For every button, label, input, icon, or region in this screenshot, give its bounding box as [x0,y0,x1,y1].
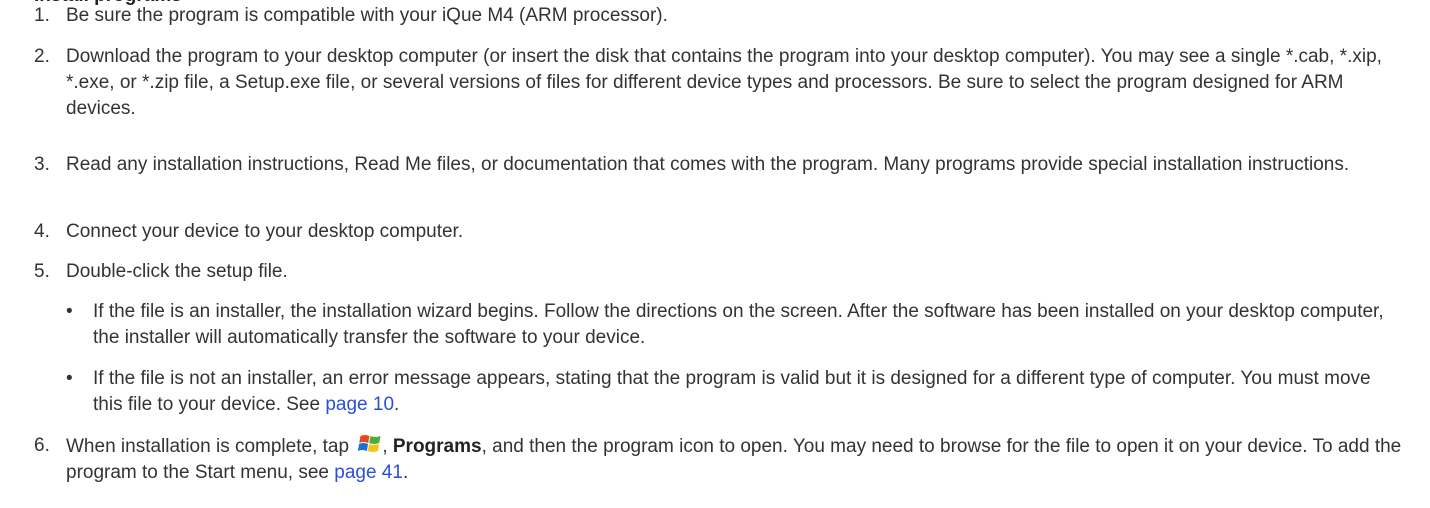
windows-start-flag-icon [356,433,382,455]
step-4: 4. Connect your device to your desktop c… [34,219,1404,245]
page-10-link[interactable]: page 10 [325,394,394,415]
bullet-text-tail: . [394,394,400,415]
bullet-item-not-installer: • If the file is not an installer, an er… [66,366,1404,418]
step-number: 6. [34,435,50,456]
bullet-text: If the file is not an installer, an erro… [93,366,1404,418]
step-6: 6. When installation is complete, tap , … [34,433,1404,486]
step-number: 1. [34,5,50,26]
step-text: Read any installation instructions, Read… [66,154,1350,175]
step-text: Download the program to your desktop com… [66,46,1382,119]
bullet-text-body: If the file is not an installer, an erro… [93,368,1371,415]
step-text-d: . [402,462,409,483]
step-number: 5. [34,261,50,282]
bullet-dot: • [66,368,73,389]
bullet-text: If the file is an installer, the install… [93,301,1384,348]
step-text: Be sure the program is compatible with y… [66,5,668,26]
page-41-link[interactable]: page 41 [334,462,403,483]
bullet-dot: • [66,301,73,322]
programs-label: Programs [392,436,482,457]
step-text-b: , [382,436,393,457]
step-text: Connect your device to your desktop comp… [66,221,464,242]
step-text: Double-click the setup file. [66,261,288,282]
step-2: 2. Download the program to your desktop … [34,44,1404,122]
step-number: 2. [34,46,50,67]
step-1: 1. Be sure the program is compatible wit… [34,3,1404,29]
step-3: 3. Read any installation instructions, R… [34,152,1404,178]
step-text: When installation is complete, tap , Pro… [66,433,1404,486]
step-text-a: When installation is complete, tap [66,436,355,457]
bullet-item-installer: • If the file is an installer, the insta… [66,299,1404,351]
step-5: 5. Double-click the setup file. [34,259,1404,285]
step-number: 3. [34,154,50,175]
step-number: 4. [34,221,50,242]
